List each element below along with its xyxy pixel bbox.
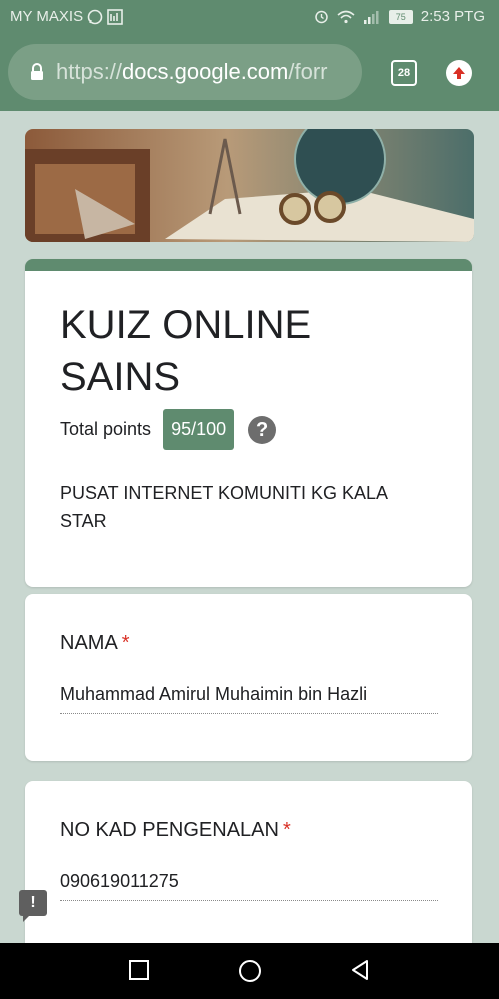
form-title-card: KUIZ ONLINE SAINS Total points 95/100 ? … [25, 259, 472, 587]
score-badge: 95/100 [163, 409, 235, 450]
tab-switcher-button[interactable]: 28 [391, 60, 417, 86]
form-header-image [25, 129, 474, 242]
home-icon[interactable] [238, 959, 262, 983]
form-description: PUSAT INTERNET KOMUNITI KG KALA STAR [60, 483, 388, 531]
system-navigation-bar [0, 943, 499, 999]
app-notification-icon [107, 8, 123, 25]
signal-icon [363, 10, 379, 24]
question-label: NAMA * [60, 632, 130, 655]
browser-toolbar: https://docs.google.com/forr 28 [0, 34, 499, 111]
url-path: /forr [288, 59, 328, 84]
answer-text: 090619011275 [60, 871, 438, 901]
url-text: https://docs.google.com/forr [56, 59, 328, 85]
address-bar[interactable]: https://docs.google.com/forr [8, 44, 362, 100]
url-host: docs.google.com [122, 59, 289, 84]
url-scheme: https:// [56, 59, 123, 84]
carrier-name: MY MAXIS [10, 8, 84, 25]
total-points-row: Total points 95/100 ? [60, 409, 277, 450]
travel-photo-banner [25, 129, 474, 242]
back-icon[interactable] [349, 959, 371, 981]
battery-icon: 75 [388, 9, 413, 24]
status-bar: MY MAXIS 75 2:53 PTG [0, 0, 499, 34]
question-label: NO KAD PENGENALAN * [60, 819, 291, 842]
whatsapp-icon [87, 9, 103, 24]
required-asterisk: * [121, 632, 130, 654]
clock: 2:53 PTG [420, 8, 485, 25]
help-icon[interactable]: ? [248, 415, 277, 444]
wifi-icon [337, 10, 355, 23]
feedback-icon[interactable]: ! [19, 890, 47, 922]
question-text: NAMA [60, 632, 118, 654]
question-text: NO KAD PENGENALAN [60, 819, 279, 841]
question-card-nama: NAMA * Muhammad Amirul Muhaimin bin Hazli [25, 594, 472, 761]
alarm-icon [315, 10, 328, 24]
up-arrow-icon [453, 67, 465, 79]
answer-text: Muhammad Amirul Muhaimin bin Hazli [60, 684, 438, 714]
required-asterisk: * [282, 819, 291, 841]
lock-icon [31, 63, 43, 80]
upload-button[interactable] [446, 60, 472, 86]
recent-apps-icon[interactable] [128, 959, 150, 981]
total-points-label: Total points [60, 419, 152, 439]
form-title: KUIZ ONLINE SAINS [60, 303, 312, 399]
